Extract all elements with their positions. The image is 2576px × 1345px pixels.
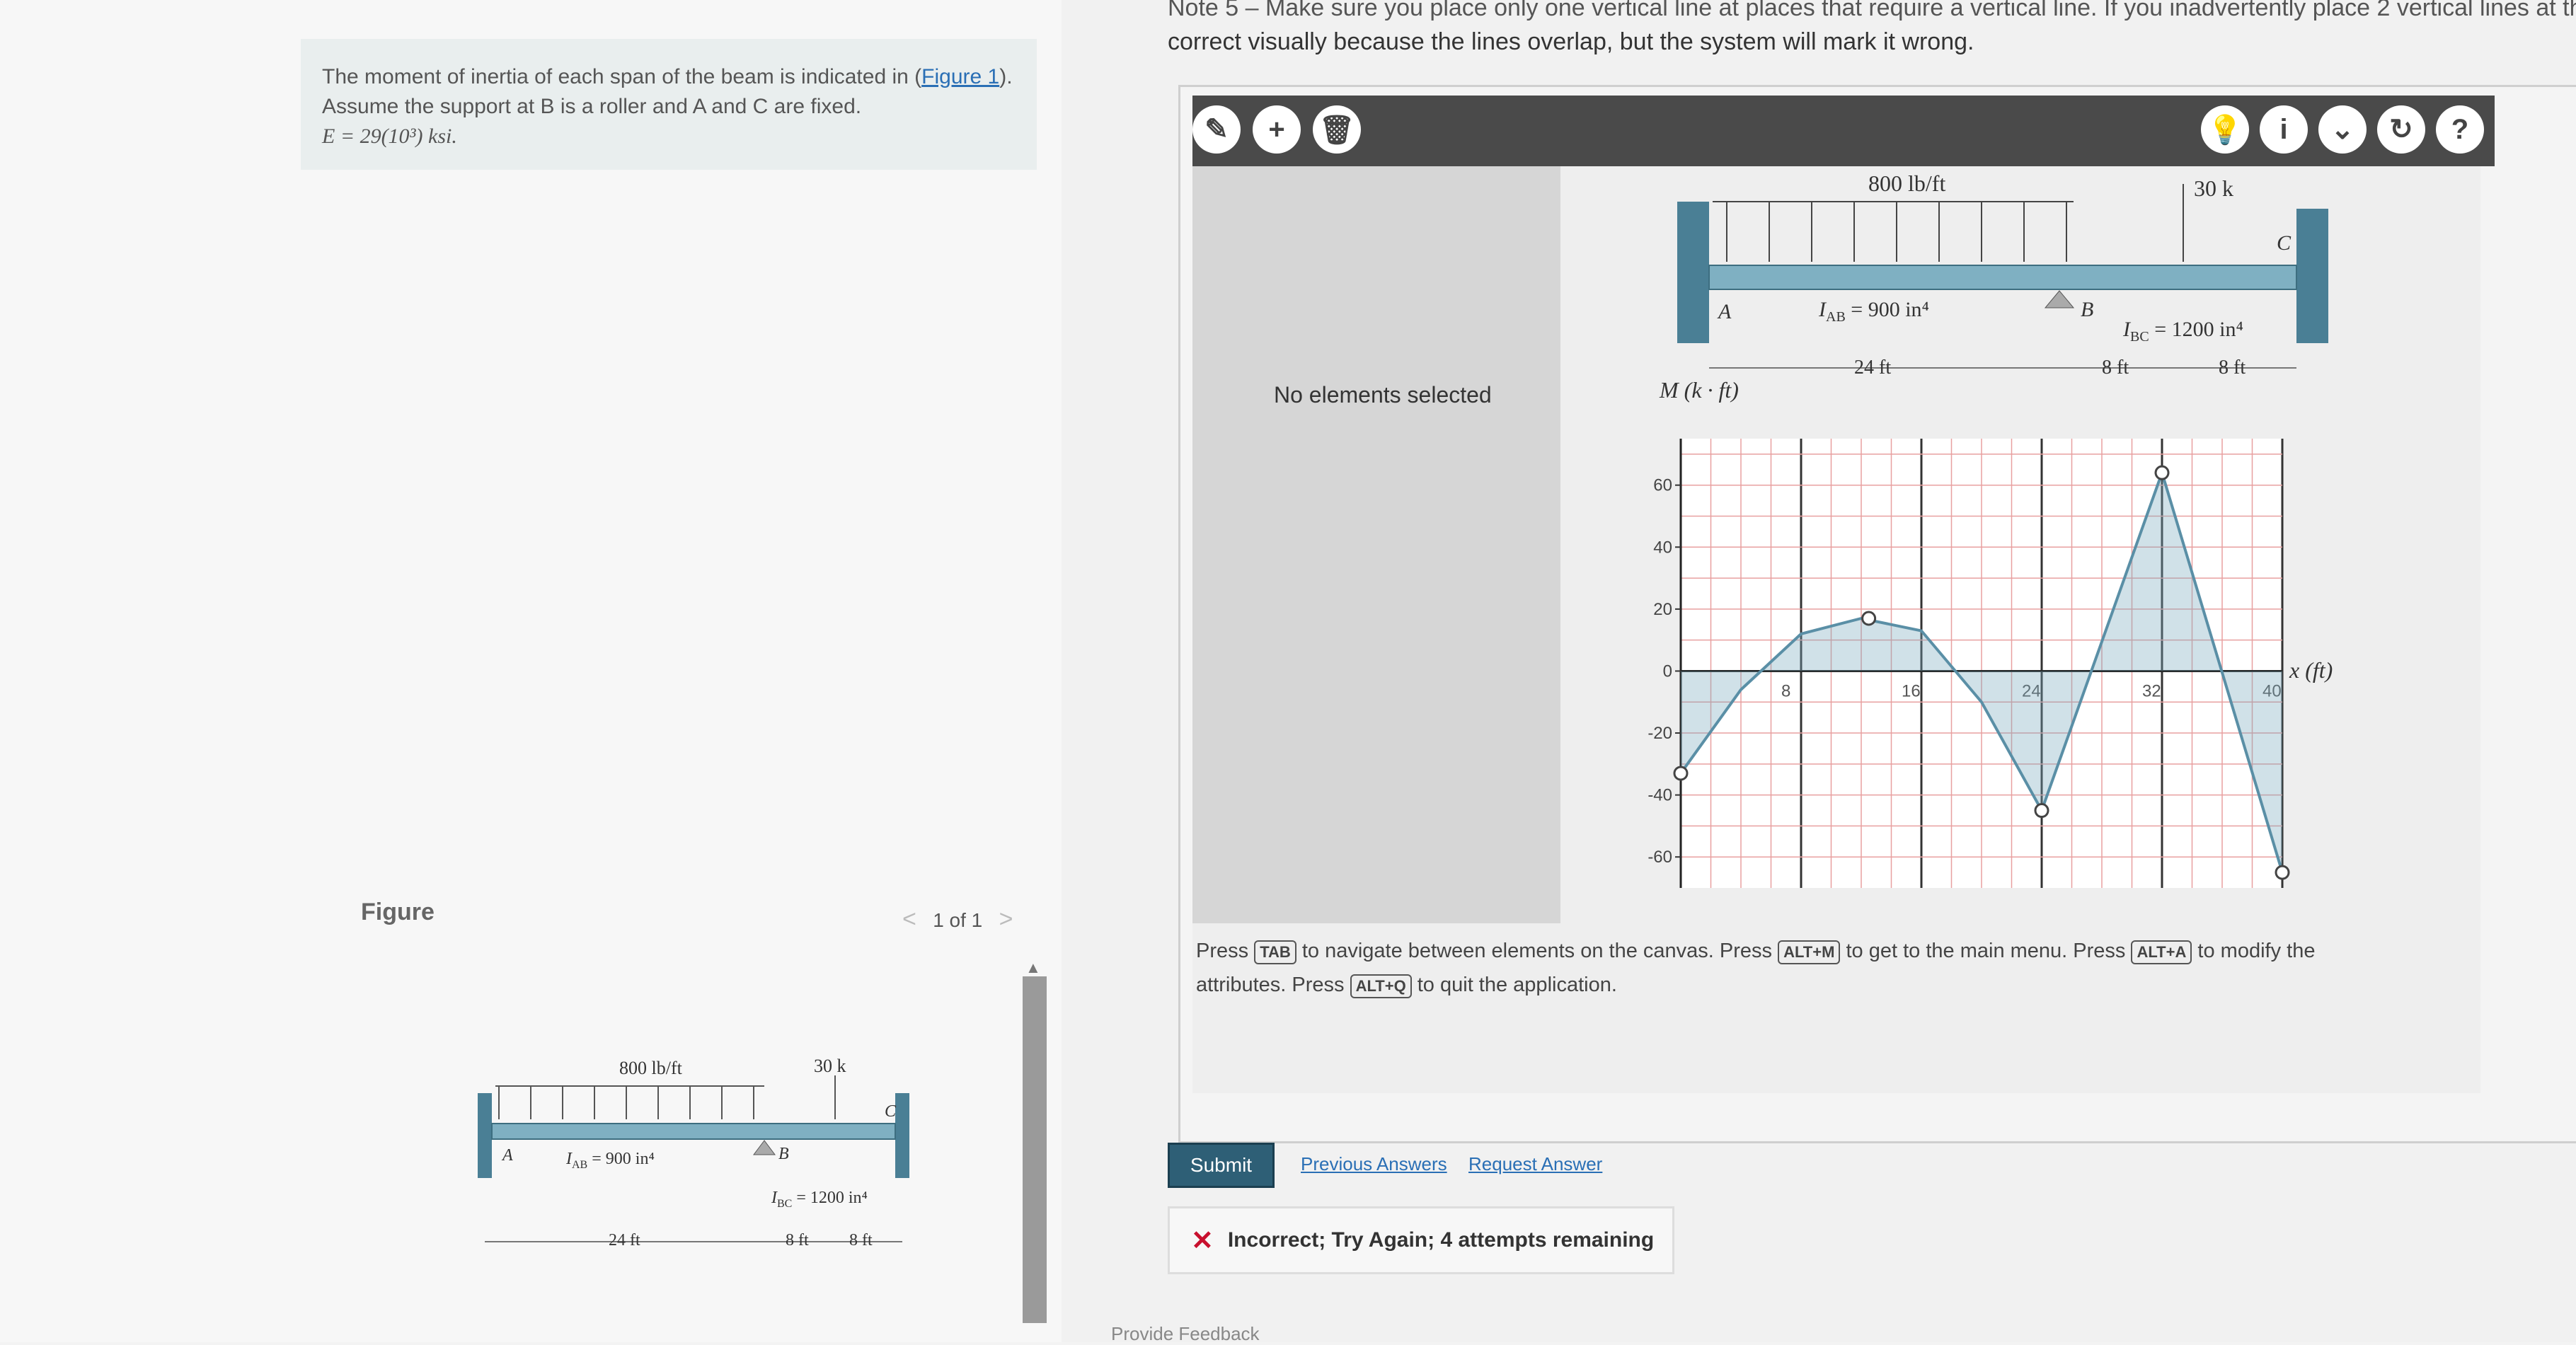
result-feedback: ✕ Incorrect; Try Again; 4 attempts remai…: [1168, 1206, 1674, 1274]
y-axis-label: M (k · ft): [1659, 377, 1739, 403]
y-tick-label: 60: [1653, 476, 1672, 495]
fig-i-bc: IBC = 1200 in⁴: [771, 1189, 868, 1210]
help-txt2: to get to the main menu. Press: [1846, 940, 2126, 962]
wall-a-left: [478, 1093, 492, 1178]
chevron-down-icon[interactable]: ⌄: [2318, 105, 2367, 154]
canvas-i-ab: IAB = 900 in⁴: [1818, 298, 1929, 325]
alt-q-key-badge: ALT+Q: [1350, 974, 1412, 998]
y-tick-label: -40: [1648, 786, 1672, 805]
figure-scrollbar[interactable]: [1023, 976, 1047, 1323]
problem-line1-post: ).: [999, 65, 1013, 88]
figure-label: Figure: [361, 899, 435, 925]
alt-m-key-badge: ALT+M: [1778, 940, 1841, 964]
curve-handle-point: [1673, 766, 1689, 781]
fig-i-ab: IAB = 900 in⁴: [565, 1150, 655, 1171]
curve-handle-point: [2154, 465, 2170, 480]
y-tick-label: -20: [1648, 724, 1672, 743]
prev-figure-button[interactable]: <: [902, 906, 916, 933]
delete-icon[interactable]: 🗑: [1313, 105, 1361, 154]
toolbar: ✎ + 🗑 💡 i ⌄ ↻ ?: [1192, 96, 2495, 166]
figure-pager: < 1 of 1 >: [902, 906, 1013, 933]
y-tick-label: 40: [1653, 538, 1672, 557]
curve-handle-point: [1861, 611, 1877, 626]
fig-dim-b2: 8 ft: [849, 1231, 873, 1249]
pager-text: 1 of 1: [933, 909, 983, 931]
fig-dim-b1: 8 ft: [786, 1231, 809, 1249]
figure-beam-diagram: 800 lb/ft 30 k A B C IAB = 900 in⁴ IBC =…: [478, 1056, 909, 1249]
canvas-label-b: B: [2081, 298, 2093, 321]
fig-roller-b: [753, 1140, 776, 1155]
request-answer-link[interactable]: Request Answer: [1468, 1153, 1602, 1175]
x-tick-label: 16: [1902, 681, 1921, 700]
previous-answers-link[interactable]: Previous Answers: [1301, 1153, 1447, 1175]
help-txt1: to navigate between elements on the canv…: [1301, 940, 1773, 962]
x-tick-label: 8: [1781, 681, 1790, 700]
problem-line3: E = 29(10³) ksi.: [322, 125, 457, 148]
selection-status: No elements selected: [1274, 382, 1492, 408]
y-tick-label: -60: [1648, 848, 1672, 867]
canvas-roller-b: [2044, 290, 2075, 308]
beam-body: [491, 1123, 896, 1140]
canvas-beam-body: [1708, 265, 2297, 290]
fig-label-b: B: [778, 1145, 789, 1163]
canvas-wall-a: [1677, 202, 1709, 343]
canvas-label-c: C: [2277, 231, 2292, 255]
alt-a-key-badge: ALT+A: [2131, 940, 2192, 964]
canvas-load-point: 30 k: [2194, 175, 2233, 201]
fig-label-a: A: [501, 1146, 513, 1165]
canvas-i-bc: IBC = 1200 in⁴: [2122, 318, 2243, 345]
y-tick-label: 0: [1663, 662, 1672, 681]
keyboard-help: Press TAB to navigate between elements o…: [1196, 934, 2399, 1002]
figure-link[interactable]: Figure 1: [921, 65, 999, 88]
dist-load-arrows: [498, 1075, 836, 1119]
problem-line1-pre: The moment of inertia of each span of th…: [322, 65, 922, 88]
fig-dim-ab: 24 ft: [609, 1231, 640, 1249]
tab-key-badge: TAB: [1254, 940, 1296, 964]
canvas-wall-c: [2296, 209, 2328, 343]
wall-c-right: [895, 1093, 909, 1178]
hint-icon[interactable]: 💡: [2201, 105, 2249, 154]
canvas-sidebar: [1192, 166, 1560, 923]
help-txt4: to quit the application.: [1417, 974, 1617, 996]
fig-label-c: C: [885, 1102, 897, 1121]
scroll-up-arrow-icon[interactable]: ▲: [1025, 959, 1041, 977]
x-axis-label: x (ft): [2289, 657, 2333, 683]
curve-handle-point: [2034, 803, 2049, 819]
fig-load-dist: 800 lb/ft: [619, 1058, 683, 1078]
help-icon[interactable]: ?: [2436, 105, 2484, 154]
canvas-load-dist: 800 lb/ft: [1868, 171, 1945, 196]
next-figure-button[interactable]: >: [999, 906, 1013, 933]
provide-feedback-link[interactable]: Provide Feedback: [1111, 1323, 1260, 1345]
fig-load-point: 30 k: [814, 1056, 846, 1076]
error-x-icon: ✕: [1191, 1225, 1214, 1256]
add-icon[interactable]: +: [1253, 105, 1301, 154]
result-message: Incorrect; Try Again; 4 attempts remaini…: [1227, 1228, 1655, 1252]
reset-icon[interactable]: ↻: [2377, 105, 2425, 154]
problem-statement: The moment of inertia of each span of th…: [322, 62, 1013, 151]
header-note-cut: Note 5 – Make sure you place only one ve…: [1168, 0, 2576, 21]
y-tick-label: 20: [1653, 600, 1672, 619]
submit-button[interactable]: Submit: [1168, 1143, 1275, 1188]
x-tick-label: 32: [2142, 681, 2161, 700]
moment-diagram-chart[interactable]: M (k · ft) x (ft) 6040200-20-40-60816243…: [1642, 375, 2392, 899]
curve-handle-point: [2275, 865, 2290, 880]
problem-line2: Assume the support at B is a roller and …: [322, 95, 862, 118]
canvas-label-a: A: [1717, 300, 1732, 323]
help-press1: Press: [1196, 940, 1249, 962]
header-note: correct visually because the lines overl…: [1168, 28, 1974, 55]
canvas-dist-load-arrows: [1726, 184, 2184, 262]
pencil-icon[interactable]: ✎: [1192, 105, 1241, 154]
info-icon[interactable]: i: [2260, 105, 2308, 154]
